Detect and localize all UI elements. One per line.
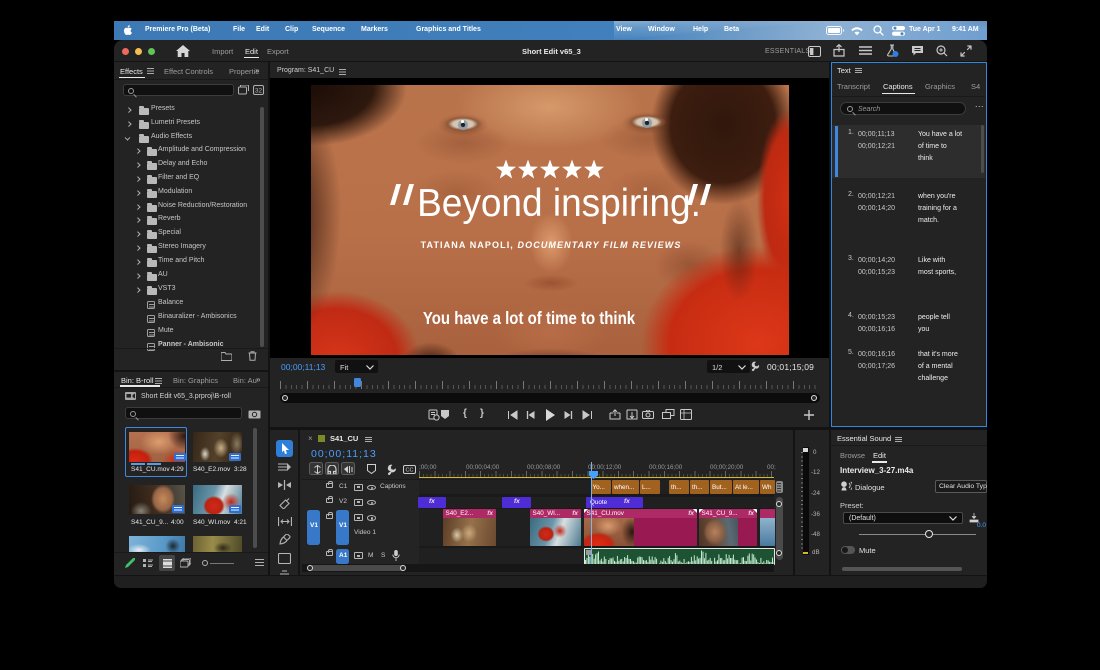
svg-text:CC: CC	[406, 467, 414, 473]
